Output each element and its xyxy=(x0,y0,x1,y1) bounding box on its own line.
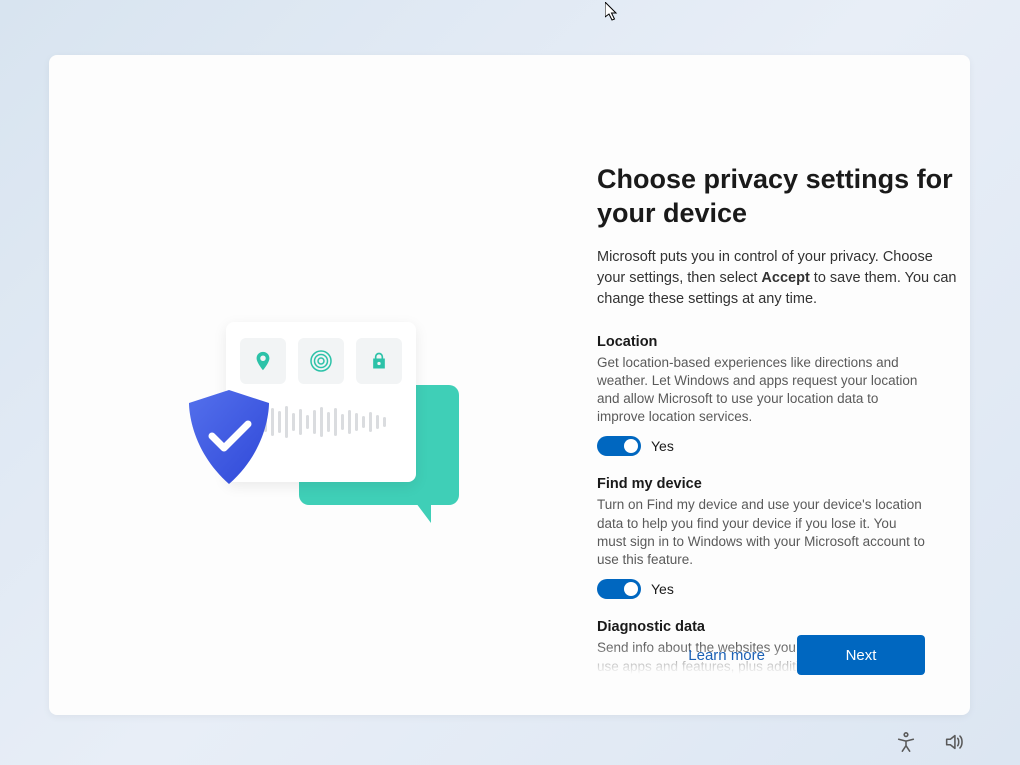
privacy-illustration xyxy=(154,300,454,530)
taskbar-icons xyxy=(895,731,965,753)
learn-more-link[interactable]: Learn more xyxy=(688,647,765,664)
settings-pane: Choose privacy settings for your device … xyxy=(597,163,957,658)
find-my-device-toggle[interactable] xyxy=(597,579,641,599)
setting-title: Find my device xyxy=(597,476,957,492)
footer-actions: Learn more Next xyxy=(688,635,925,675)
setting-title: Diagnostic data xyxy=(597,619,957,635)
shield-icon xyxy=(184,388,274,488)
toggle-state-label: Yes xyxy=(651,581,674,597)
fingerprint-icon xyxy=(298,338,344,384)
location-pin-icon xyxy=(240,338,286,384)
mouse-cursor xyxy=(605,2,621,27)
toggle-state-label: Yes xyxy=(651,438,674,454)
setting-title: Location xyxy=(597,334,957,350)
privacy-settings-card: Choose privacy settings for your device … xyxy=(49,55,970,715)
location-toggle[interactable] xyxy=(597,436,641,456)
page-subtitle: Microsoft puts you in control of your pr… xyxy=(597,247,957,310)
waveform-graphic xyxy=(257,406,386,438)
volume-icon[interactable] xyxy=(943,731,965,753)
setting-find-my-device: Find my device Turn on Find my device an… xyxy=(597,476,957,599)
setting-desc: Turn on Find my device and use your devi… xyxy=(597,496,929,569)
setting-desc: Get location-based experiences like dire… xyxy=(597,354,929,427)
page-title: Choose privacy settings for your device xyxy=(597,163,957,231)
next-button[interactable]: Next xyxy=(797,635,925,675)
lock-icon xyxy=(356,338,402,384)
setting-location: Location Get location-based experiences … xyxy=(597,334,957,457)
settings-list[interactable]: Location Get location-based experiences … xyxy=(597,334,957,674)
accessibility-icon[interactable] xyxy=(895,731,917,753)
